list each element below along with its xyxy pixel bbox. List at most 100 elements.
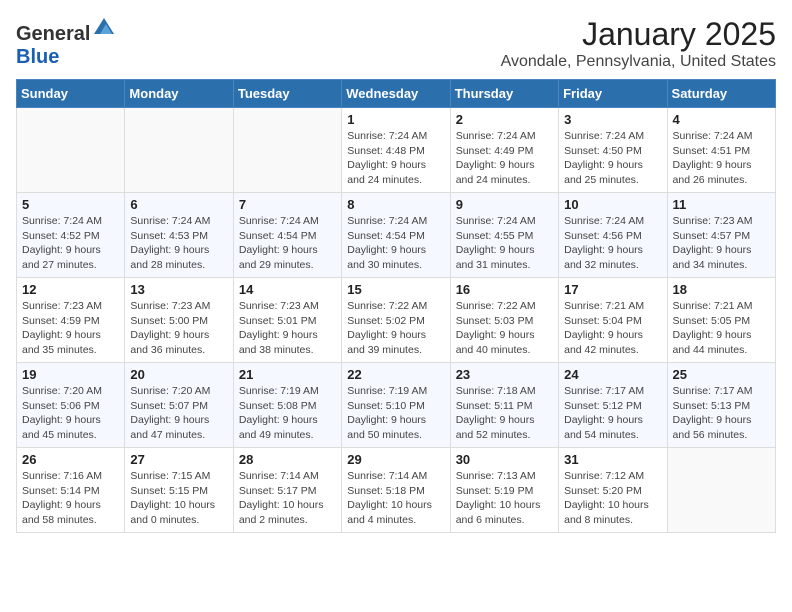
location-title: Avondale, Pennsylvania, United States <box>501 53 776 71</box>
calendar-cell: 9Sunrise: 7:24 AMSunset: 4:55 PMDaylight… <box>450 193 558 278</box>
day-info: Sunrise: 7:17 AMSunset: 5:13 PMDaylight:… <box>673 384 770 443</box>
day-info: Sunrise: 7:18 AMSunset: 5:11 PMDaylight:… <box>456 384 553 443</box>
day-number: 14 <box>239 282 336 297</box>
day-number: 3 <box>564 112 661 127</box>
day-info: Sunrise: 7:15 AMSunset: 5:15 PMDaylight:… <box>130 469 227 528</box>
day-number: 19 <box>22 367 119 382</box>
calendar-cell <box>233 108 341 193</box>
day-number: 16 <box>456 282 553 297</box>
day-number: 7 <box>239 197 336 212</box>
week-row-1: 1 Sunrise: 7:24 AMSunset: 4:48 PMDaylight… <box>17 108 776 193</box>
logo-icon <box>92 16 116 40</box>
weekday-header-sunday: Sunday <box>17 80 125 108</box>
day-number: 30 <box>456 452 553 467</box>
day-number: 26 <box>22 452 119 467</box>
calendar-cell: 12 Sunrise: 7:23 AMSunset: 4:59 PMDayligh… <box>17 278 125 363</box>
day-info: Sunrise: 7:23 AMSunset: 5:00 PMDaylight:… <box>130 299 227 358</box>
weekday-header-thursday: Thursday <box>450 80 558 108</box>
weekday-header-monday: Monday <box>125 80 233 108</box>
day-info: Sunrise: 7:23 AMSunset: 4:59 PMDaylight:… <box>22 299 119 358</box>
calendar-cell: 29 Sunrise: 7:14 AMSunset: 5:18 PMDayligh… <box>342 448 450 533</box>
weekday-header-saturday: Saturday <box>667 80 775 108</box>
calendar-cell: 27 Sunrise: 7:15 AMSunset: 5:15 PMDayligh… <box>125 448 233 533</box>
day-number: 24 <box>564 367 661 382</box>
day-number: 23 <box>456 367 553 382</box>
day-info: Sunrise: 7:12 AMSunset: 5:20 PMDaylight:… <box>564 469 661 528</box>
calendar-cell: 30 Sunrise: 7:13 AMSunset: 5:19 PMDayligh… <box>450 448 558 533</box>
day-number: 1 <box>347 112 444 127</box>
calendar-cell: 4 Sunrise: 7:24 AMSunset: 4:51 PMDaylight… <box>667 108 775 193</box>
day-number: 13 <box>130 282 227 297</box>
title-block: January 2025 Avondale, Pennsylvania, Uni… <box>501 16 776 71</box>
week-row-5: 26 Sunrise: 7:16 AMSunset: 5:14 PMDayligh… <box>17 448 776 533</box>
calendar-cell: 24Sunrise: 7:17 AMSunset: 5:12 PMDayligh… <box>559 363 667 448</box>
calendar-cell: 1 Sunrise: 7:24 AMSunset: 4:48 PMDaylight… <box>342 108 450 193</box>
day-number: 31 <box>564 452 661 467</box>
logo: General Blue <box>16 16 116 69</box>
day-number: 18 <box>673 282 770 297</box>
day-number: 29 <box>347 452 444 467</box>
day-info: Sunrise: 7:14 AMSunset: 5:18 PMDaylight:… <box>347 469 444 528</box>
calendar-cell <box>125 108 233 193</box>
day-info: Sunrise: 7:21 AMSunset: 5:05 PMDaylight:… <box>673 299 770 358</box>
weekday-header-tuesday: Tuesday <box>233 80 341 108</box>
calendar-cell: 21Sunrise: 7:19 AMSunset: 5:08 PMDayligh… <box>233 363 341 448</box>
day-number: 21 <box>239 367 336 382</box>
day-number: 25 <box>673 367 770 382</box>
day-info: Sunrise: 7:24 AMSunset: 4:48 PMDaylight:… <box>347 129 444 188</box>
day-number: 12 <box>22 282 119 297</box>
month-title: January 2025 <box>501 16 776 53</box>
day-number: 9 <box>456 197 553 212</box>
calendar-cell: 3 Sunrise: 7:24 AMSunset: 4:50 PMDaylight… <box>559 108 667 193</box>
day-info: Sunrise: 7:14 AMSunset: 5:17 PMDaylight:… <box>239 469 336 528</box>
day-info: Sunrise: 7:13 AMSunset: 5:19 PMDaylight:… <box>456 469 553 528</box>
calendar-cell: 15Sunrise: 7:22 AMSunset: 5:02 PMDayligh… <box>342 278 450 363</box>
day-number: 8 <box>347 197 444 212</box>
calendar-cell: 23 Sunrise: 7:18 AMSunset: 5:11 PMDayligh… <box>450 363 558 448</box>
day-info: Sunrise: 7:24 AMSunset: 4:54 PMDaylight:… <box>239 214 336 273</box>
calendar-table: SundayMondayTuesdayWednesdayThursdayFrid… <box>16 79 776 533</box>
calendar-cell: 13 Sunrise: 7:23 AMSunset: 5:00 PMDayligh… <box>125 278 233 363</box>
calendar-cell: 2 Sunrise: 7:24 AMSunset: 4:49 PMDaylight… <box>450 108 558 193</box>
day-number: 10 <box>564 197 661 212</box>
day-number: 22 <box>347 367 444 382</box>
calendar-cell: 10Sunrise: 7:24 AMSunset: 4:56 PMDayligh… <box>559 193 667 278</box>
calendar-cell: 31 Sunrise: 7:12 AMSunset: 5:20 PMDayligh… <box>559 448 667 533</box>
day-number: 2 <box>456 112 553 127</box>
day-info: Sunrise: 7:23 AMSunset: 4:57 PMDaylight:… <box>673 214 770 273</box>
calendar-cell: 20 Sunrise: 7:20 AMSunset: 5:07 PMDayligh… <box>125 363 233 448</box>
day-number: 4 <box>673 112 770 127</box>
calendar-cell: 8 Sunrise: 7:24 AMSunset: 4:54 PMDaylight… <box>342 193 450 278</box>
weekday-header-row: SundayMondayTuesdayWednesdayThursdayFrid… <box>17 80 776 108</box>
day-info: Sunrise: 7:22 AMSunset: 5:03 PMDaylight:… <box>456 299 553 358</box>
calendar-cell: 5 Sunrise: 7:24 AMSunset: 4:52 PMDaylight… <box>17 193 125 278</box>
day-info: Sunrise: 7:24 AMSunset: 4:52 PMDaylight:… <box>22 214 119 273</box>
calendar-cell <box>667 448 775 533</box>
logo-general-text: General <box>16 23 90 46</box>
calendar-cell: 16 Sunrise: 7:22 AMSunset: 5:03 PMDayligh… <box>450 278 558 363</box>
calendar-cell: 26 Sunrise: 7:16 AMSunset: 5:14 PMDayligh… <box>17 448 125 533</box>
day-info: Sunrise: 7:24 AMSunset: 4:50 PMDaylight:… <box>564 129 661 188</box>
day-number: 11 <box>673 197 770 212</box>
day-number: 17 <box>564 282 661 297</box>
day-info: Sunrise: 7:24 AMSunset: 4:53 PMDaylight:… <box>130 214 227 273</box>
calendar-cell: 11 Sunrise: 7:23 AMSunset: 4:57 PMDayligh… <box>667 193 775 278</box>
day-number: 27 <box>130 452 227 467</box>
day-info: Sunrise: 7:16 AMSunset: 5:14 PMDaylight:… <box>22 469 119 528</box>
day-info: Sunrise: 7:24 AMSunset: 4:54 PMDaylight:… <box>347 214 444 273</box>
calendar-cell <box>17 108 125 193</box>
day-info: Sunrise: 7:20 AMSunset: 5:06 PMDaylight:… <box>22 384 119 443</box>
day-info: Sunrise: 7:23 AMSunset: 5:01 PMDaylight:… <box>239 299 336 358</box>
day-info: Sunrise: 7:24 AMSunset: 4:51 PMDaylight:… <box>673 129 770 188</box>
day-info: Sunrise: 7:20 AMSunset: 5:07 PMDaylight:… <box>130 384 227 443</box>
calendar-cell: 14 Sunrise: 7:23 AMSunset: 5:01 PMDayligh… <box>233 278 341 363</box>
day-info: Sunrise: 7:24 AMSunset: 4:49 PMDaylight:… <box>456 129 553 188</box>
day-number: 5 <box>22 197 119 212</box>
day-info: Sunrise: 7:21 AMSunset: 5:04 PMDaylight:… <box>564 299 661 358</box>
calendar-cell: 18 Sunrise: 7:21 AMSunset: 5:05 PMDayligh… <box>667 278 775 363</box>
week-row-3: 12 Sunrise: 7:23 AMSunset: 4:59 PMDayligh… <box>17 278 776 363</box>
day-info: Sunrise: 7:22 AMSunset: 5:02 PMDaylight:… <box>347 299 444 358</box>
calendar-cell: 22Sunrise: 7:19 AMSunset: 5:10 PMDayligh… <box>342 363 450 448</box>
day-number: 20 <box>130 367 227 382</box>
calendar-cell: 7 Sunrise: 7:24 AMSunset: 4:54 PMDaylight… <box>233 193 341 278</box>
